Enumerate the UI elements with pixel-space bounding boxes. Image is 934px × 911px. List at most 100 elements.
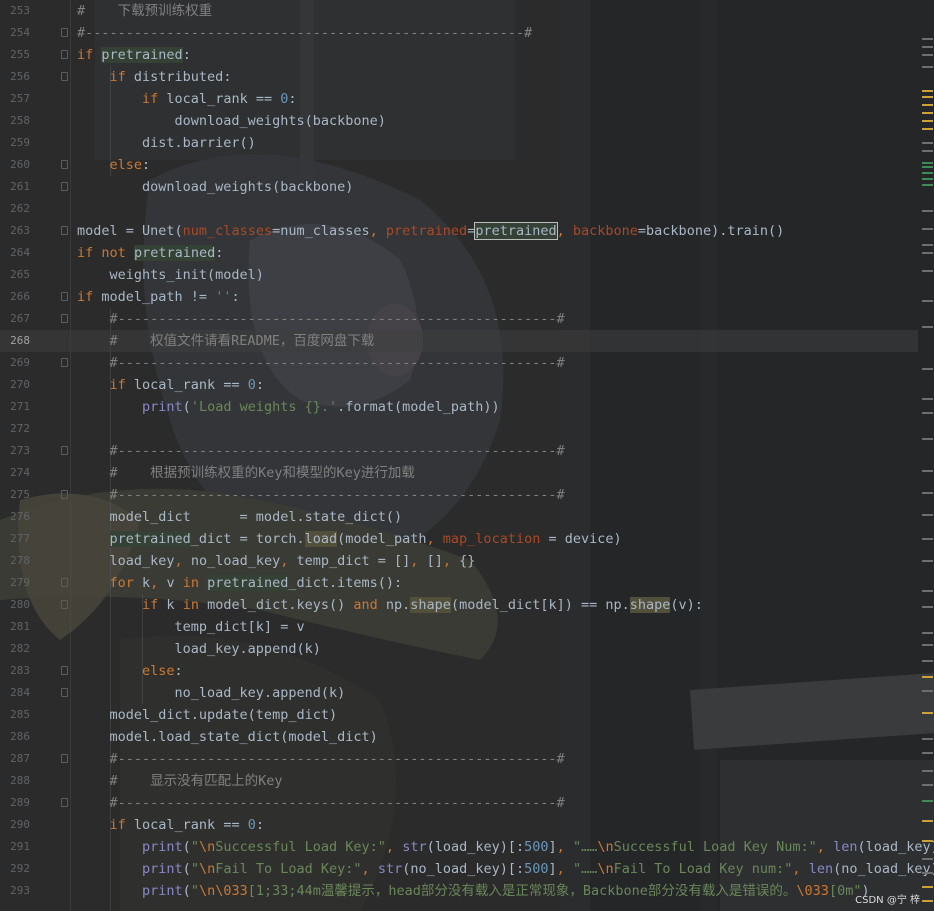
line-number[interactable]: 285 (0, 704, 30, 726)
code-line[interactable]: 282 load_key.append(k) (0, 638, 918, 660)
code-text[interactable]: no_load_key.append(k) (77, 682, 346, 704)
line-number[interactable]: 267 (0, 308, 30, 330)
line-number[interactable]: 283 (0, 660, 30, 682)
code-text[interactable]: if distributed: (77, 66, 232, 88)
code-line[interactable]: 272 (0, 418, 918, 440)
line-number[interactable]: 292 (0, 858, 30, 880)
code-text[interactable]: download_weights(backbone) (77, 110, 386, 132)
line-number[interactable]: 284 (0, 682, 30, 704)
code-line[interactable]: 271 print('Load weights {}.'.format(mode… (0, 396, 918, 418)
fold-marker-icon[interactable] (61, 160, 68, 169)
code-text[interactable]: if local_rank == 0: (77, 88, 296, 110)
line-number[interactable]: 273 (0, 440, 30, 462)
code-text[interactable]: #---------------------------------------… (77, 440, 565, 462)
code-line[interactable]: 288 # 显示没有匹配上的Key (0, 770, 918, 792)
code-text[interactable]: if k in model_dict.keys() and np.shape(m… (77, 594, 703, 616)
line-number[interactable]: 268 (0, 330, 30, 352)
code-line[interactable]: 263 model = Unet(num_classes=num_classes,… (0, 220, 918, 242)
code-text[interactable]: load_key, no_load_key, temp_dict = [], [… (77, 550, 476, 572)
line-number[interactable]: 271 (0, 396, 30, 418)
line-number[interactable]: 266 (0, 286, 30, 308)
code-line[interactable]: 289 #-----------------------------------… (0, 792, 918, 814)
code-line[interactable]: 265 weights_init(model) (0, 264, 918, 286)
fold-marker-icon[interactable] (61, 754, 68, 763)
line-number[interactable]: 255 (0, 44, 30, 66)
line-number[interactable]: 256 (0, 66, 30, 88)
code-text[interactable]: if pretrained: (77, 44, 191, 66)
code-text[interactable]: print("\nFail To Load Key:", str(no_load… (77, 858, 934, 880)
code-line[interactable]: 255 if pretrained: (0, 44, 918, 66)
code-line[interactable]: 284 no_load_key.append(k) (0, 682, 918, 704)
code-text[interactable]: model = Unet(num_classes=num_classes, pr… (77, 220, 784, 242)
code-text[interactable]: #---------------------------------------… (77, 792, 565, 814)
line-number[interactable]: 270 (0, 374, 30, 396)
code-text[interactable]: #---------------------------------------… (77, 22, 532, 44)
code-line[interactable]: 261 download_weights(backbone) (0, 176, 918, 198)
code-line[interactable]: 280 if k in model_dict.keys() and np.sha… (0, 594, 918, 616)
editor-scrollbar-markers[interactable] (918, 0, 934, 911)
code-text[interactable]: #---------------------------------------… (77, 748, 565, 770)
code-text[interactable]: print('Load weights {}.'.format(model_pa… (77, 396, 500, 418)
code-text[interactable]: pretrained_dict = torch.load(model_path,… (77, 528, 622, 550)
fold-marker-icon[interactable] (61, 600, 68, 609)
line-number[interactable]: 274 (0, 462, 30, 484)
code-line[interactable]: 276 model_dict = model.state_dict() (0, 506, 918, 528)
code-line[interactable]: 275 #-----------------------------------… (0, 484, 918, 506)
code-line[interactable]: 268 # 权值文件请看README，百度网盘下载 (0, 330, 918, 352)
code-line[interactable]: 270 if local_rank == 0: (0, 374, 918, 396)
code-line[interactable]: 292 print("\nFail To Load Key:", str(no_… (0, 858, 934, 880)
code-text[interactable]: #---------------------------------------… (77, 308, 565, 330)
code-line[interactable]: 285 model_dict.update(temp_dict) (0, 704, 918, 726)
line-number[interactable]: 258 (0, 110, 30, 132)
fold-marker-icon[interactable] (61, 446, 68, 455)
code-text[interactable]: weights_init(model) (77, 264, 264, 286)
code-line[interactable]: 281 temp_dict[k] = v (0, 616, 918, 638)
fold-marker-icon[interactable] (61, 292, 68, 301)
code-text[interactable]: model_dict = model.state_dict() (77, 506, 403, 528)
code-line[interactable]: 254 #------------------------------------… (0, 22, 918, 44)
code-text[interactable]: dist.barrier() (77, 132, 256, 154)
line-number[interactable]: 261 (0, 176, 30, 198)
fold-marker-icon[interactable] (61, 358, 68, 367)
code-line[interactable]: 290 if local_rank == 0: (0, 814, 918, 836)
fold-marker-icon[interactable] (61, 28, 68, 37)
code-line[interactable]: 260 else: (0, 154, 918, 176)
code-line[interactable]: 258 download_weights(backbone) (0, 110, 918, 132)
code-text[interactable]: # 根据预训练权重的Key和模型的Key进行加载 (77, 462, 415, 484)
code-line[interactable]: 253 # 下载预训练权重 (0, 0, 918, 22)
code-text[interactable]: if local_rank == 0: (77, 374, 264, 396)
code-text[interactable]: # 权值文件请看README，百度网盘下载 (77, 330, 375, 352)
code-line[interactable]: 287 #-----------------------------------… (0, 748, 918, 770)
code-text[interactable]: if not pretrained: (77, 242, 223, 264)
fold-marker-icon[interactable] (61, 314, 68, 323)
code-line[interactable]: 273 #-----------------------------------… (0, 440, 918, 462)
code-text[interactable]: for k, v in pretrained_dict.items(): (77, 572, 402, 594)
code-text[interactable]: load_key.append(k) (77, 638, 321, 660)
line-number[interactable]: 264 (0, 242, 30, 264)
code-text[interactable]: print("\nSuccessful Load Key:", str(load… (77, 836, 934, 858)
line-number[interactable]: 280 (0, 594, 30, 616)
line-number[interactable]: 287 (0, 748, 30, 770)
code-text[interactable]: model_dict.update(temp_dict) (77, 704, 338, 726)
code-line[interactable]: 259 dist.barrier() (0, 132, 918, 154)
line-number[interactable]: 259 (0, 132, 30, 154)
line-number[interactable]: 288 (0, 770, 30, 792)
code-line[interactable]: 283 else: (0, 660, 918, 682)
code-text[interactable]: temp_dict[k] = v (77, 616, 305, 638)
line-number[interactable]: 260 (0, 154, 30, 176)
code-line[interactable]: 257 if local_rank == 0: (0, 88, 918, 110)
line-number[interactable]: 262 (0, 198, 30, 220)
fold-marker-icon[interactable] (61, 226, 68, 235)
code-text[interactable]: #---------------------------------------… (77, 352, 565, 374)
code-text[interactable]: if local_rank == 0: (77, 814, 264, 836)
code-text[interactable]: print("\n\033[1;33;44m温馨提示，head部分没有载入是正常… (77, 880, 870, 902)
line-number[interactable]: 254 (0, 22, 30, 44)
line-number[interactable]: 290 (0, 814, 30, 836)
code-text[interactable]: model.load_state_dict(model_dict) (77, 726, 378, 748)
line-number[interactable]: 291 (0, 836, 30, 858)
code-text[interactable]: # 下载预训练权重 (77, 0, 212, 22)
line-number[interactable]: 277 (0, 528, 30, 550)
fold-marker-icon[interactable] (61, 50, 68, 59)
code-text[interactable]: download_weights(backbone) (77, 176, 353, 198)
line-number[interactable]: 265 (0, 264, 30, 286)
